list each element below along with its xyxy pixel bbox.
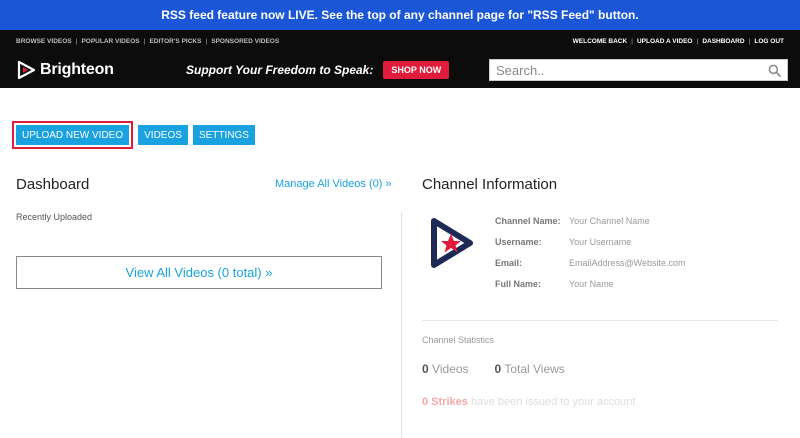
views-stat: 0 Total Views	[494, 362, 565, 376]
site-logo[interactable]: Brighteon	[16, 60, 114, 80]
site-header: Brighteon Support Your Freedom to Speak:…	[0, 52, 800, 88]
nav-upload-video[interactable]: UPLOAD A VIDEO	[637, 38, 693, 45]
field-label: Channel Name:	[495, 215, 561, 226]
manage-all-videos-link[interactable]: Manage All Videos (0) »	[275, 178, 392, 190]
channel-stats: 0 Videos 0 Total Views	[422, 362, 565, 376]
logo-text: Brighteon	[40, 61, 114, 78]
dashboard-title: Dashboard	[16, 176, 90, 193]
dashboard-tabs: UPLOAD NEW VIDEO VIDEOS SETTINGS	[12, 121, 255, 149]
videos-button[interactable]: VIDEOS	[138, 125, 188, 145]
channel-name-row: Channel Name: Your Channel Name	[495, 210, 686, 231]
upload-new-video-button[interactable]: UPLOAD NEW VIDEO	[16, 125, 130, 145]
channel-avatar-icon	[431, 218, 473, 268]
email-row: Email: EmailAddress@Website.com	[495, 252, 686, 273]
field-label: Full Name:	[495, 278, 542, 289]
field-value: EmailAddress@Website.com	[569, 257, 686, 268]
videos-stat: 0 Videos	[422, 362, 469, 376]
nav-welcome-back: WELCOME BACK	[572, 37, 628, 45]
top-nav: BROWSE VIDEOS | POPULAR VIDEOS | EDITOR'S PI…	[0, 30, 800, 52]
username-row: Username: Your Username	[495, 231, 686, 252]
recently-uploaded-label: Recently Uploaded	[16, 212, 93, 222]
nav-sponsored-videos[interactable]: SPONSORED VIDEOS	[211, 38, 279, 45]
search-input[interactable]	[496, 62, 768, 78]
nav-browse-videos[interactable]: BROWSE VIDEOS	[16, 38, 72, 45]
field-label: Email:	[495, 257, 523, 268]
search-icon[interactable]	[768, 64, 781, 77]
announcement-banner: RSS feed feature now LIVE. See the top o…	[0, 0, 800, 30]
promo-text: Support Your Freedom to Speak:	[186, 63, 374, 77]
stats-divider	[422, 320, 778, 321]
nav-popular-videos[interactable]: POPULAR VIDEOS	[81, 38, 139, 45]
field-value: Your Channel Name	[569, 215, 650, 226]
settings-button[interactable]: SETTINGS	[192, 125, 255, 145]
banner-text: RSS feed feature now LIVE. See the top o…	[161, 8, 639, 22]
column-divider	[401, 212, 402, 438]
channel-info-title: Channel Information	[422, 176, 558, 193]
field-label: Username:	[495, 236, 542, 247]
shop-now-button[interactable]: SHOP NOW	[383, 61, 450, 79]
field-value: Your Username	[569, 236, 632, 247]
strikes-count: 0 Strikes	[422, 396, 468, 408]
search-box	[489, 59, 788, 81]
brighteon-logo-icon	[17, 60, 36, 80]
top-nav-right: WELCOME BACK | UPLOAD A VIDEO | DASHBOARD | LO…	[572, 37, 784, 45]
nav-dashboard[interactable]: DASHBOARD	[702, 38, 744, 45]
promo: Support Your Freedom to Speak: SHOP NOW	[186, 52, 450, 88]
nav-log-out[interactable]: LOG OUT	[754, 38, 784, 45]
strikes-notice: 0 Strikes have been issued to your accou…	[422, 396, 636, 408]
channel-statistics-label: Channel Statistics	[422, 335, 495, 345]
field-value: Your Name	[569, 278, 614, 289]
channel-info-fields: Channel Name: Your Channel Name Username…	[495, 210, 686, 294]
top-nav-left: BROWSE VIDEOS | POPULAR VIDEOS | EDITOR'S PI…	[16, 37, 280, 45]
nav-editors-picks[interactable]: EDITOR'S PICKS	[149, 38, 201, 45]
upload-button-highlight: UPLOAD NEW VIDEO	[12, 121, 134, 149]
full-name-row: Full Name: Your Name	[495, 273, 686, 294]
view-all-videos-button[interactable]: View All Videos (0 total) »	[16, 256, 382, 289]
